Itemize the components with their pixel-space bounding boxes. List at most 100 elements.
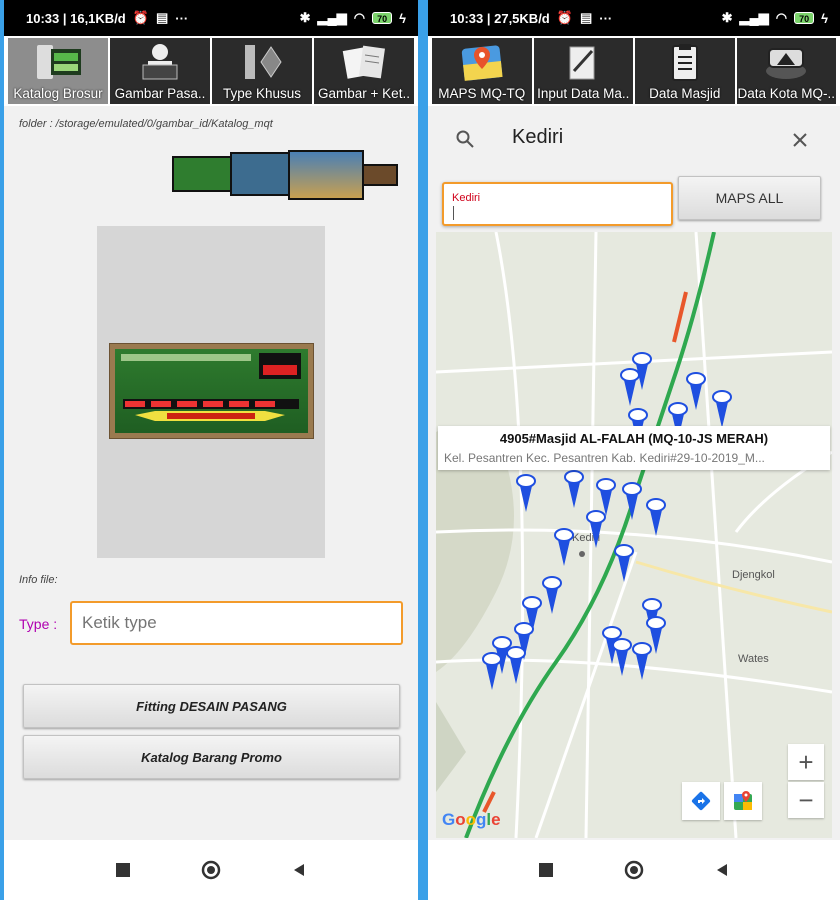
system-nav-bar: [428, 840, 840, 900]
search-query[interactable]: Kediri: [512, 126, 563, 149]
tab-data-masjid[interactable]: Data Masjid: [635, 38, 735, 104]
map-pin-icon[interactable]: [506, 646, 526, 686]
battery-icon: 70: [794, 12, 815, 24]
papers-icon: [342, 45, 385, 79]
tab-label: Data Masjid: [649, 86, 721, 101]
directions-button[interactable]: [682, 782, 720, 820]
type-label: Type :: [19, 616, 58, 632]
message-icon: ▤: [155, 10, 169, 25]
bluetooth-icon: ✱: [299, 10, 311, 25]
tab-gambar-pasang[interactable]: Gambar Pasa..: [110, 38, 210, 104]
wifi-icon: ◠: [775, 10, 788, 25]
map-pin-icon[interactable]: [542, 576, 562, 616]
close-icon[interactable]: [792, 132, 808, 148]
status-bar: 10:33 | 27,5KB/d ⏰ ▤ ··· ✱ ▂▄▆ ◠ 70 ϟ: [428, 0, 840, 36]
search-bar: Kediri: [428, 106, 840, 170]
led-display-board-image: [109, 343, 314, 439]
charging-icon: ϟ: [399, 10, 406, 26]
more-icon: ···: [599, 10, 613, 26]
home-icon[interactable]: [198, 857, 224, 883]
signal-icon: ▂▄▆: [739, 10, 769, 25]
map-pin-icon[interactable]: [516, 474, 536, 514]
battery-icon: 70: [372, 12, 393, 24]
tab-label: Gambar Pasa..: [114, 86, 206, 101]
map-pin-icon[interactable]: [482, 652, 502, 692]
tab-label: Input Data Ma..: [537, 86, 630, 101]
open-google-maps-button[interactable]: [724, 782, 762, 820]
map-pin-icon[interactable]: [564, 470, 584, 510]
tab-label: MAPS MQ-TQ: [438, 86, 526, 101]
zoom-out-button[interactable]: −: [788, 782, 824, 818]
map-pin-icon[interactable]: [612, 638, 632, 678]
map-view[interactable]: Kediri Djengkol Wates + − Google: [436, 232, 832, 838]
text-cursor: [453, 206, 454, 220]
catalog-preview: [97, 226, 325, 558]
status-time-network: 10:33 | 16,1KB/d: [26, 10, 126, 26]
tab-maps-mq-tq[interactable]: MAPS MQ-TQ: [432, 38, 532, 104]
city-input-label: Kediri: [452, 192, 481, 204]
google-logo: Google: [442, 810, 501, 829]
map-pin-icon[interactable]: [632, 642, 652, 682]
maps-pin-icon: [461, 45, 503, 81]
info-file-label: Info file:: [19, 574, 58, 586]
thumbnail-image[interactable]: [288, 150, 364, 200]
tab-data-kota[interactable]: Data Kota MQ-..: [736, 38, 836, 104]
map-pin-icon[interactable]: [646, 498, 666, 538]
message-icon: ▤: [579, 10, 593, 25]
alarm-icon: ⏰: [556, 10, 573, 25]
city-input[interactable]: Kediri: [442, 182, 673, 226]
tab-label: Katalog Brosur: [13, 86, 103, 101]
map-pin-icon[interactable]: [622, 482, 642, 522]
tab-gambar-ket[interactable]: Gambar + Ket..: [314, 38, 414, 104]
maps-all-button[interactable]: MAPS ALL: [678, 176, 821, 220]
wifi-icon: ◠: [353, 10, 366, 25]
map-pin-icon[interactable]: [620, 368, 640, 408]
tab-katalog-brosur[interactable]: Katalog Brosur: [8, 38, 108, 104]
search-icon[interactable]: [456, 130, 474, 148]
thumbnail-image[interactable]: [172, 156, 232, 192]
special-type-icon: [245, 45, 282, 79]
thumbnail-strip[interactable]: [172, 150, 404, 200]
more-icon: ···: [175, 10, 189, 26]
home-icon[interactable]: [621, 857, 647, 883]
tab-bar: MAPS MQ-TQ Input Data Ma.. Data Masjid D…: [428, 36, 840, 106]
map-pin-icon[interactable]: [686, 372, 706, 412]
map-pins: [436, 232, 832, 838]
tab-bar: Katalog Brosur Gambar Pasa.. Type Khusus…: [4, 36, 418, 106]
thumbnail-image[interactable]: [362, 164, 398, 186]
tab-input-data[interactable]: Input Data Ma..: [533, 38, 633, 104]
thumbnail-image[interactable]: [230, 152, 292, 196]
tab-type-khusus[interactable]: Type Khusus: [212, 38, 312, 104]
map-pin-icon[interactable]: [712, 390, 732, 430]
person-display-icon: [142, 44, 178, 80]
back-icon[interactable]: [709, 857, 735, 883]
tab-label: Gambar + Ket..: [318, 86, 410, 101]
status-time-network: 10:33 | 27,5KB/d: [450, 10, 550, 26]
folder-path: folder : /storage/emulated/0/gambar_id/K…: [19, 118, 273, 130]
recents-icon[interactable]: [110, 857, 136, 883]
marker-subtitle: Kel. Pesantren Kec. Pesantren Kab. Kedir…: [444, 451, 765, 465]
back-icon[interactable]: [286, 857, 312, 883]
map-pin-icon[interactable]: [614, 544, 634, 584]
zoom-in-button[interactable]: +: [788, 744, 824, 780]
system-nav-bar: [4, 840, 418, 900]
type-input[interactable]: [70, 601, 403, 645]
input-data-icon: [569, 46, 595, 80]
tab-label: Data Kota MQ-..: [737, 86, 836, 101]
directions-icon: [691, 791, 711, 811]
map-pin-icon[interactable]: [554, 528, 574, 568]
board-graphic: [121, 353, 301, 421]
map-pin-icon[interactable]: [586, 510, 606, 550]
city-data-icon: [766, 48, 807, 79]
status-bar: 10:33 | 16,1KB/d ⏰ ▤ ··· ✱ ▂▄▆ ◠ 70 ϟ: [4, 0, 418, 36]
marker-title: 4905#Masjid AL-FALAH (MQ-10-JS MERAH): [499, 431, 769, 446]
marker-info-window[interactable]: 4905#Masjid AL-FALAH (MQ-10-JS MERAH) Ke…: [438, 426, 830, 470]
tab-label: Type Khusus: [222, 86, 302, 101]
brochure-catalog-icon: [37, 45, 81, 79]
charging-icon: ϟ: [821, 10, 828, 26]
fitting-desain-pasang-button[interactable]: Fitting DESAIN PASANG: [23, 684, 400, 728]
bluetooth-icon: ✱: [721, 10, 733, 25]
signal-icon: ▂▄▆: [317, 10, 347, 25]
katalog-barang-promo-button[interactable]: Katalog Barang Promo: [23, 735, 400, 779]
recents-icon[interactable]: [533, 857, 559, 883]
